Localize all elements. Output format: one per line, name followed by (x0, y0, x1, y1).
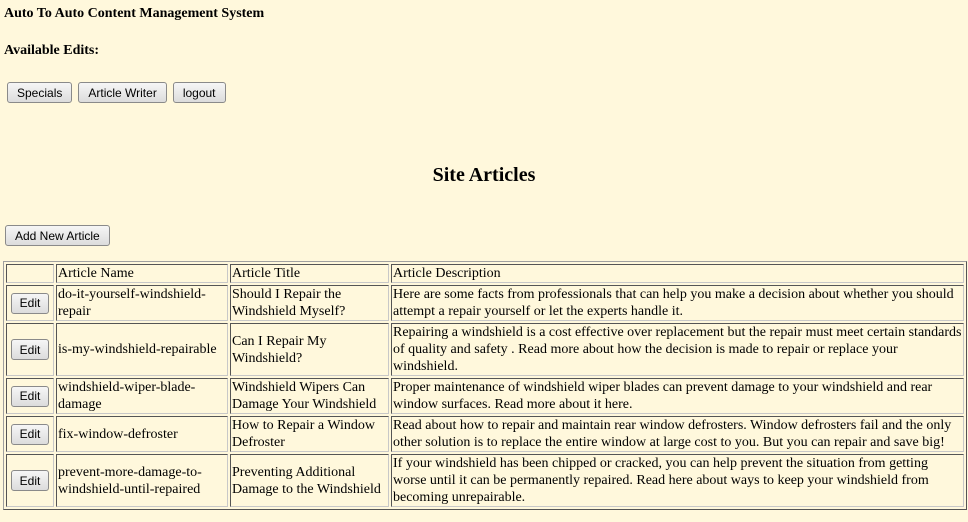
article-name: do-it-yourself-windshield-repair (56, 285, 228, 321)
table-row: Edit do-it-yourself-windshield-repair Sh… (6, 285, 964, 321)
edit-button[interactable]: Edit (10, 423, 50, 445)
edit-nav: Specials Article Writer logout (7, 82, 226, 103)
logout-button[interactable]: logout (172, 82, 226, 103)
article-name: fix-window-defroster (56, 416, 228, 452)
edit-button[interactable]: Edit (10, 385, 50, 407)
article-title: Can I Repair My Windshield? (230, 323, 389, 376)
table-row: Edit prevent-more-damage-to-windshield-u… (6, 454, 964, 507)
specials-button[interactable]: Specials (7, 82, 73, 103)
article-description: Proper maintenance of windshield wiper b… (391, 378, 964, 414)
article-writer-button[interactable]: Article Writer (78, 82, 167, 103)
table-row: Edit is-my-windshield-repairable Can I R… (6, 323, 964, 376)
header-cell-article-name: Article Name (56, 264, 228, 283)
header-cell-article-title: Article Title (230, 264, 389, 283)
add-new-article-button[interactable]: Add New Article (5, 225, 110, 246)
article-name: is-my-windshield-repairable (56, 323, 228, 376)
table-header-row: Article Name Article Title Article Descr… (6, 264, 964, 283)
table-row: Edit windshield-wiper-blade-damage Winds… (6, 378, 964, 414)
article-name: windshield-wiper-blade-damage (56, 378, 228, 414)
edit-button[interactable]: Edit (10, 292, 50, 314)
article-title: Preventing Additional Damage to the Wind… (230, 454, 389, 507)
page-title: Site Articles (432, 164, 536, 186)
article-description: If your windshield has been chipped or c… (391, 454, 964, 507)
articles-table: Article Name Article Title Article Descr… (3, 261, 967, 510)
edit-button[interactable]: Edit (10, 339, 50, 360)
article-name: prevent-more-damage-to-windshield-until-… (56, 454, 228, 507)
table-row: Edit fix-window-defroster How to Repair … (6, 416, 964, 452)
article-description: Here are some facts from professionals t… (391, 285, 964, 321)
edit-button[interactable]: Edit (10, 470, 50, 491)
header-cell-edit (6, 264, 54, 283)
article-description: Repairing a windshield is a cost effecti… (391, 323, 964, 376)
article-title: Windshield Wipers Can Damage Your Windsh… (230, 378, 389, 414)
app-title: Auto To Auto Content Management System (4, 6, 265, 21)
article-title: Should I Repair the Windshield Myself? (230, 285, 389, 321)
header-cell-article-description: Article Description (391, 264, 964, 283)
article-description: Read about how to repair and maintain re… (391, 416, 964, 452)
article-title: How to Repair a Window Defroster (230, 416, 389, 452)
available-edits-label: Available Edits: (4, 43, 100, 58)
